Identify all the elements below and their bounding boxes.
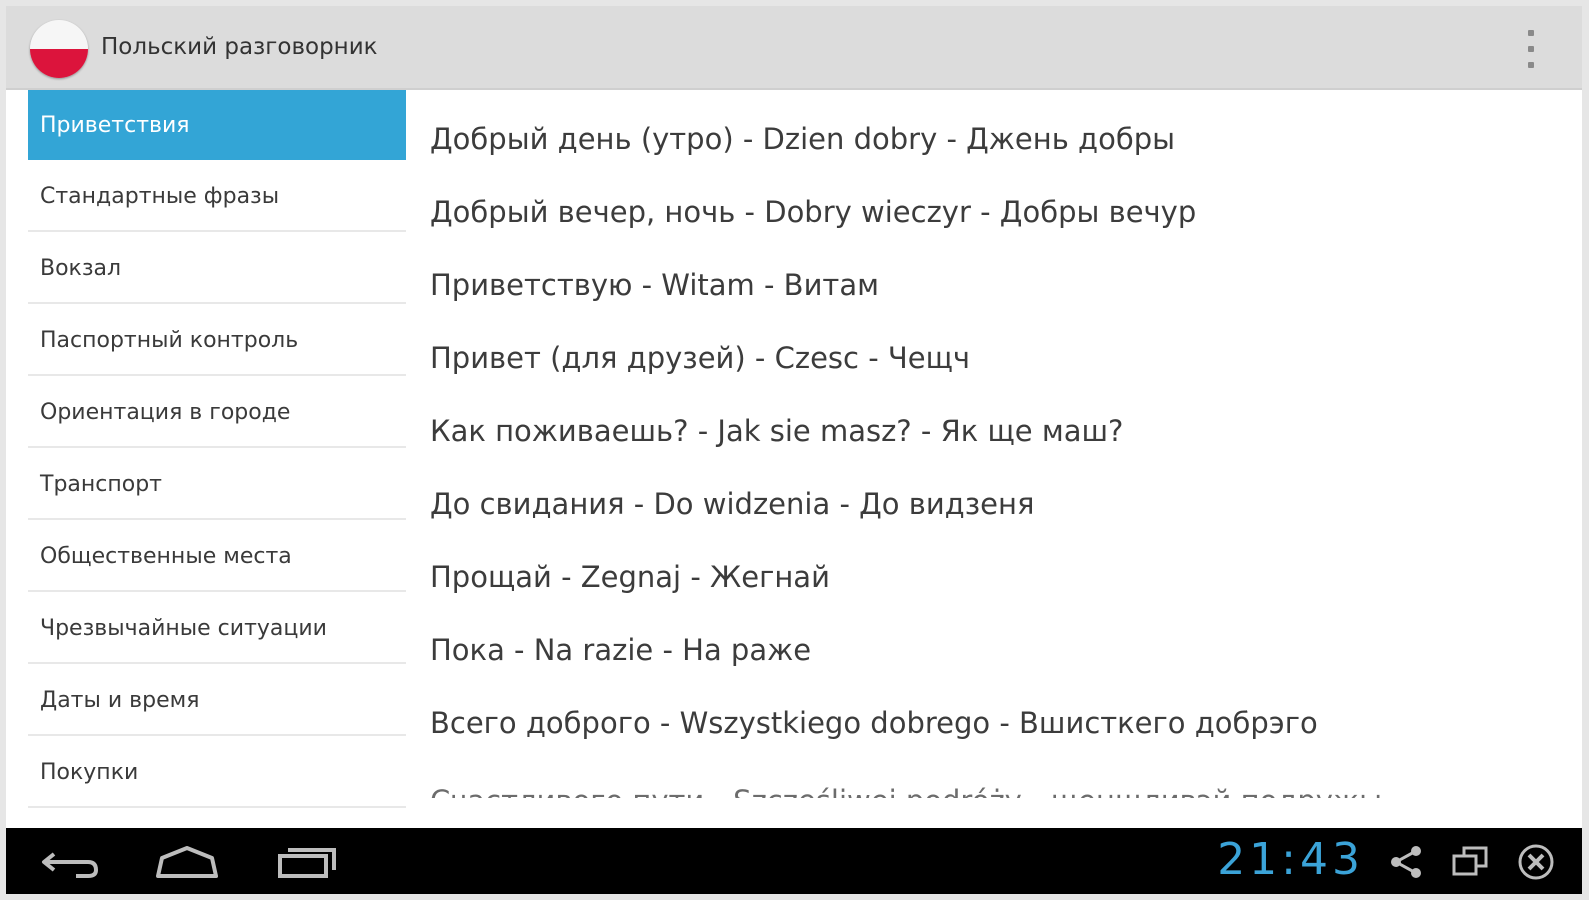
phrase-item[interactable]: Добрый вечер, ночь - Dobry wieczyr - Доб… [430, 195, 1196, 229]
sidebar-item-transport[interactable]: Транспорт [28, 450, 406, 520]
sidebar-item-label: Паспортный контроль [40, 327, 299, 353]
app-title: Польский разговорник [101, 34, 378, 60]
phrase-item[interactable]: Приветствую - Witam - Витам [430, 268, 879, 302]
phrase-item-partial[interactable]: Счастливого пути - Szczęśliwej podróży -… [430, 784, 1382, 798]
phrase-item[interactable]: Прощай - Zegnaj - Жегнай [430, 560, 830, 594]
phrase-item[interactable]: Всего доброго - Wszystkiego dobrego - Вш… [430, 706, 1318, 740]
sidebar-item-station[interactable]: Вокзал [28, 234, 406, 304]
sidebar-item-label: Ориентация в городе [40, 399, 291, 425]
flag-white-stripe [30, 20, 88, 49]
sidebar-item-label: Чрезвычайные ситуации [40, 615, 327, 641]
sidebar-item-passport-control[interactable]: Паспортный контроль [28, 306, 406, 376]
sidebar-item-label: Даты и время [40, 687, 200, 713]
phrase-item[interactable]: Добрый день (утро) - Dzien dobry - Джень… [430, 122, 1175, 156]
sidebar-item-label: Покупки [40, 759, 139, 785]
menu-dot [1528, 46, 1534, 52]
sidebar-item-public-places[interactable]: Общественные места [28, 522, 406, 592]
sidebar-item-label: Общественные места [40, 543, 292, 569]
system-navigation-bar: 21:43 [6, 828, 1582, 894]
device-frame: Польский разговорник Приветствия Стандар… [0, 0, 1589, 900]
app-screen: Польский разговорник Приветствия Стандар… [6, 6, 1582, 828]
sidebar-item-label: Приветствия [40, 112, 190, 138]
home-icon[interactable] [152, 842, 222, 882]
phrase-item[interactable]: Пока - Na razie - На раже [430, 633, 811, 667]
sidebar-item-greetings[interactable]: Приветствия [28, 90, 406, 160]
menu-dot [1528, 62, 1534, 68]
status-clock: 21:43 [1217, 834, 1364, 885]
sidebar-item-label: Вокзал [40, 255, 122, 281]
screens-icon[interactable] [1450, 842, 1490, 882]
phrase-list: Добрый день (утро) - Dzien dobry - Джень… [408, 90, 1578, 806]
category-list: Приветствия Стандартные фразы Вокзал Пас… [28, 90, 408, 828]
sidebar-item-emergencies[interactable]: Чрезвычайные ситуации [28, 594, 406, 664]
sidebar-item-label: Транспорт [40, 471, 162, 497]
overflow-menu-icon[interactable] [1524, 30, 1538, 68]
share-icon[interactable] [1386, 842, 1426, 882]
menu-dot [1528, 30, 1534, 36]
phrase-item[interactable]: Привет (для друзей) - Czesc - Чещч [430, 341, 970, 375]
close-icon[interactable] [1516, 842, 1556, 882]
action-bar: Польский разговорник [6, 6, 1582, 90]
sidebar-item-standard-phrases[interactable]: Стандартные фразы [28, 162, 406, 232]
phrase-item[interactable]: Как поживаешь? - Jak sie masz? - Як ще м… [430, 414, 1123, 448]
phrase-item[interactable]: До свидания - Do widzenia - До видзеня [430, 487, 1034, 521]
sidebar-item-label: Стандартные фразы [40, 183, 280, 209]
flag-red-stripe [30, 49, 88, 78]
sidebar-item-city-orientation[interactable]: Ориентация в городе [28, 378, 406, 448]
sidebar-item-shopping[interactable]: Покупки [28, 738, 406, 808]
back-icon[interactable] [36, 842, 106, 882]
recent-apps-icon[interactable] [272, 842, 342, 882]
poland-flag-icon[interactable] [30, 20, 88, 78]
sidebar-item-dates-and-time[interactable]: Даты и время [28, 666, 406, 736]
